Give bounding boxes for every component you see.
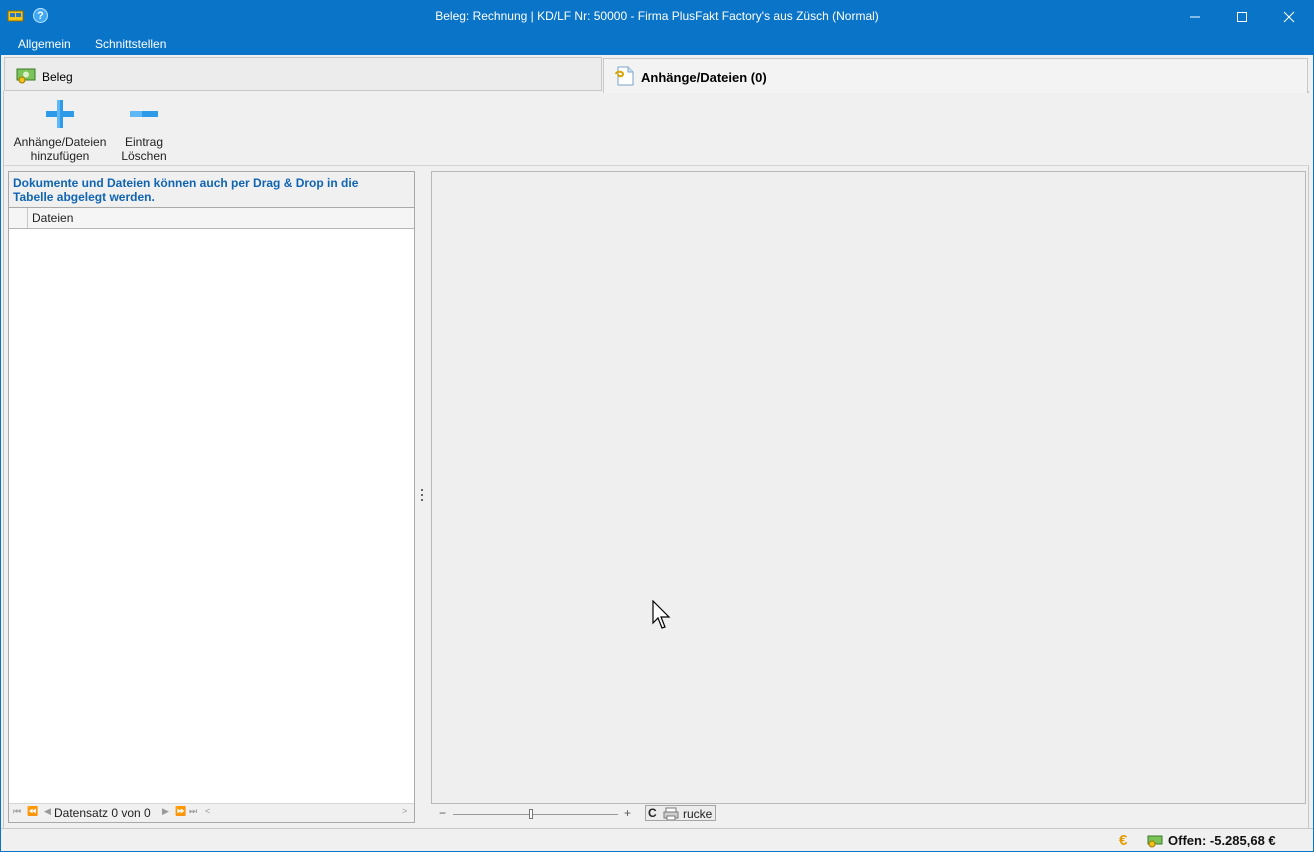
add-attachment-label-2: hinzufügen <box>30 149 90 163</box>
splitter-handle[interactable] <box>421 489 425 503</box>
row-indicator-header <box>9 208 28 228</box>
maximize-button[interactable] <box>1219 0 1265 33</box>
menu-schnittstellen[interactable]: Schnittstellen <box>95 37 166 51</box>
application-window: ? Beleg: Rechnung | KD/LF Nr: 50000 - Fi… <box>0 0 1314 852</box>
print-label: rucke <box>683 807 713 821</box>
delete-entry-label-1: Eintrag <box>124 135 164 149</box>
zoom-slider-thumb[interactable] <box>529 809 533 819</box>
close-icon <box>1283 11 1295 23</box>
file-list-panel: Dokumente und Dateien können auch per Dr… <box>8 171 415 823</box>
tab-beleg[interactable]: Beleg <box>4 57 602 91</box>
tab-anhaenge-label: Anhänge/Dateien (0) <box>641 70 767 85</box>
drag-drop-hint: Dokumente und Dateien können auch per Dr… <box>9 172 414 208</box>
close-button[interactable] <box>1266 0 1312 33</box>
add-attachment-button[interactable]: Anhänge/Dateien hinzufügen <box>10 95 110 163</box>
record-navigator: ⏮ ⏪ ◀ Datensatz 0 von 0 ▶ ⏩ ⏭ < > <box>9 803 414 822</box>
mouse-cursor-icon <box>652 600 671 629</box>
delete-entry-label-2: Löschen <box>121 149 167 163</box>
scroll-left-icon[interactable]: < <box>205 806 210 816</box>
print-button[interactable]: C rucke <box>645 805 716 821</box>
tab-anhaenge[interactable]: Anhänge/Dateien (0) <box>603 58 1308 93</box>
grid-header: Dateien <box>9 208 414 229</box>
next-page-icon[interactable]: ⏩ <box>175 806 186 817</box>
zoom-in-button[interactable]: + <box>624 806 631 820</box>
euro-icon: € <box>1119 832 1128 849</box>
scroll-right-icon[interactable]: > <box>402 806 407 816</box>
plus-icon <box>46 100 74 128</box>
refresh-icon: C <box>648 806 657 820</box>
prev-record-icon[interactable]: ◀ <box>44 806 51 817</box>
title-bar: ? Beleg: Rechnung | KD/LF Nr: 50000 - Fi… <box>0 0 1314 33</box>
menu-allgemein[interactable]: Allgemein <box>18 37 71 51</box>
printer-icon <box>663 807 679 820</box>
open-amount: Offen: -5.285,68 € <box>1168 833 1276 848</box>
first-record-icon[interactable]: ⏮ <box>13 806 21 817</box>
minimize-button[interactable] <box>1172 0 1218 33</box>
menu-bar: Allgemein Schnittstellen <box>0 33 1314 55</box>
minimize-icon <box>1190 16 1200 18</box>
next-record-icon[interactable]: ▶ <box>162 806 169 817</box>
status-bar: € Offen: -5.285,68 € <box>1 828 1313 851</box>
attachment-icon <box>615 66 634 86</box>
zoom-out-button[interactable]: − <box>439 806 446 820</box>
add-attachment-label-1: Anhänge/Dateien <box>13 135 107 149</box>
tab-beleg-label: Beleg <box>42 70 73 84</box>
prev-page-icon[interactable]: ⏪ <box>27 806 38 817</box>
column-header-dateien[interactable]: Dateien <box>32 211 73 225</box>
money-icon <box>1147 835 1163 848</box>
last-record-icon[interactable]: ⏭ <box>189 806 197 817</box>
hint-line-1: Dokumente und Dateien können auch per Dr… <box>13 176 359 190</box>
record-position: Datensatz 0 von 0 <box>54 806 151 820</box>
preview-panel <box>431 171 1306 804</box>
toolbar: Anhänge/Dateien hinzufügen Eintrag Lösch… <box>4 93 1309 166</box>
client-area: Beleg Anhänge/Dateien (0) Anhänge/Dateie… <box>1 55 1313 828</box>
window-title: Beleg: Rechnung | KD/LF Nr: 50000 - Firm… <box>435 9 879 23</box>
delete-entry-button[interactable]: Eintrag Löschen <box>109 95 179 163</box>
maximize-icon <box>1237 12 1247 22</box>
minus-icon <box>130 111 158 117</box>
zoom-track[interactable] <box>453 814 618 815</box>
money-icon <box>16 68 36 84</box>
hint-line-2: Tabelle abgelegt werden. <box>13 190 155 204</box>
